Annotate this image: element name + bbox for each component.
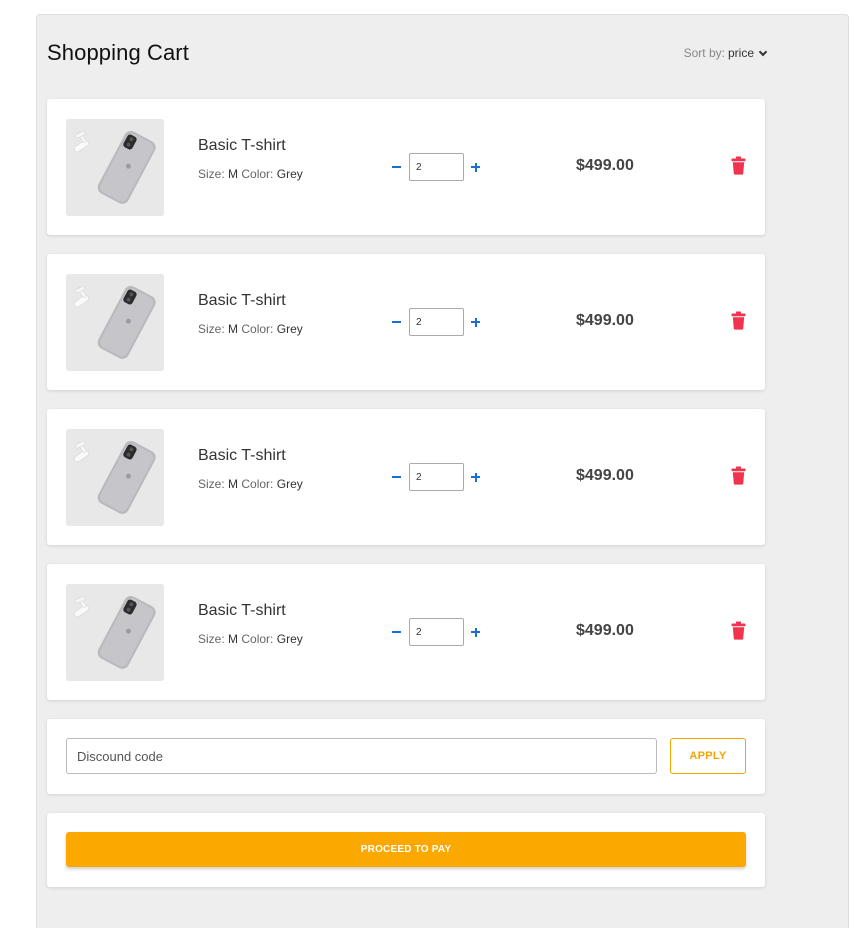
sort-label: Sort by: [683, 46, 725, 60]
discount-card: APPLY [47, 719, 765, 794]
quantity-input[interactable] [409, 308, 464, 336]
item-price: $499.00 [576, 157, 634, 174]
product-meta: Size: M Color: Grey [198, 322, 303, 336]
plus-icon[interactable] [470, 161, 482, 173]
cart-item: Basic T-shirt Size: M Color: Grey $499.0… [47, 99, 765, 235]
quantity-input[interactable] [409, 463, 464, 491]
trash-icon[interactable] [731, 156, 746, 175]
product-meta: Size: M Color: Grey [198, 167, 303, 181]
color-label: Color: [241, 477, 274, 491]
product-image [66, 119, 164, 216]
trash-icon[interactable] [731, 466, 746, 485]
color-value: Grey [276, 322, 303, 336]
size-value: M [228, 477, 239, 491]
cart-item: Basic T-shirt Size: M Color: Grey $499.0… [47, 254, 765, 390]
product-meta: Size: M Color: Grey [198, 632, 303, 646]
size-label: Size: [198, 322, 225, 336]
size-value: M [228, 322, 239, 336]
size-label: Size: [198, 632, 225, 646]
size-label: Size: [198, 477, 225, 491]
quantity-stepper [391, 618, 482, 646]
cart-item: Basic T-shirt Size: M Color: Grey $499.0… [47, 409, 765, 545]
product-name: Basic T-shirt [198, 137, 286, 154]
proceed-to-pay-button[interactable]: PROCEED TO PAY [66, 832, 746, 867]
minus-icon[interactable] [391, 471, 403, 483]
product-name: Basic T-shirt [198, 602, 286, 619]
product-name: Basic T-shirt [198, 447, 286, 464]
color-value: Grey [276, 632, 303, 646]
size-value: M [228, 632, 239, 646]
cart-item: Basic T-shirt Size: M Color: Grey $499.0… [47, 564, 765, 700]
color-value: Grey [276, 167, 303, 181]
item-price: $499.00 [576, 312, 634, 329]
item-info: Basic T-shirt Size: M Color: Grey [198, 447, 303, 491]
trash-icon[interactable] [731, 621, 746, 640]
quantity-input[interactable] [409, 153, 464, 181]
product-meta: Size: M Color: Grey [198, 477, 303, 491]
cart-header: Shopping Cart Sort by: price [47, 38, 768, 68]
color-label: Color: [241, 322, 274, 336]
plus-icon[interactable] [470, 626, 482, 638]
item-info: Basic T-shirt Size: M Color: Grey [198, 602, 303, 646]
chevron-down-icon [758, 47, 768, 56]
quantity-stepper [391, 153, 482, 181]
color-label: Color: [241, 632, 274, 646]
page-title: Shopping Cart [47, 40, 189, 65]
plus-icon[interactable] [470, 471, 482, 483]
minus-icon[interactable] [391, 316, 403, 328]
item-info: Basic T-shirt Size: M Color: Grey [198, 137, 303, 181]
minus-icon[interactable] [391, 161, 403, 173]
item-info: Basic T-shirt Size: M Color: Grey [198, 292, 303, 336]
item-price: $499.00 [576, 622, 634, 639]
sort-value: price [727, 46, 754, 60]
product-image [66, 584, 164, 681]
quantity-input[interactable] [409, 618, 464, 646]
color-label: Color: [241, 167, 274, 181]
product-name: Basic T-shirt [198, 292, 286, 309]
product-image [66, 274, 164, 371]
trash-icon[interactable] [731, 311, 746, 330]
size-value: M [228, 167, 239, 181]
quantity-stepper [391, 308, 482, 336]
discount-code-input[interactable] [66, 738, 657, 774]
apply-button[interactable]: APPLY [670, 738, 746, 774]
color-value: Grey [276, 477, 303, 491]
plus-icon[interactable] [470, 316, 482, 328]
product-image [66, 429, 164, 526]
sort-dropdown[interactable]: Sort by: price [683, 46, 768, 60]
quantity-stepper [391, 463, 482, 491]
size-label: Size: [198, 167, 225, 181]
item-price: $499.00 [576, 467, 634, 484]
checkout-card: PROCEED TO PAY [47, 813, 765, 887]
minus-icon[interactable] [391, 626, 403, 638]
